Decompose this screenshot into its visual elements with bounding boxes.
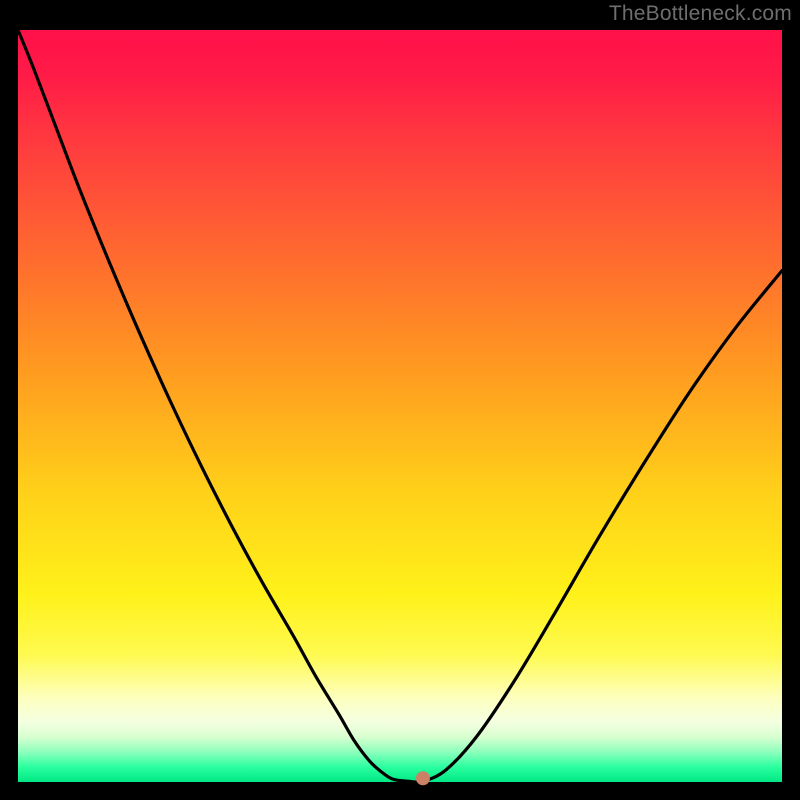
plot-area [18,30,782,782]
chart-frame: TheBottleneck.com [0,0,800,800]
bottleneck-curve [18,30,782,782]
attribution-label: TheBottleneck.com [609,2,792,26]
curve-path [18,30,782,782]
optimum-marker-icon [416,771,430,785]
